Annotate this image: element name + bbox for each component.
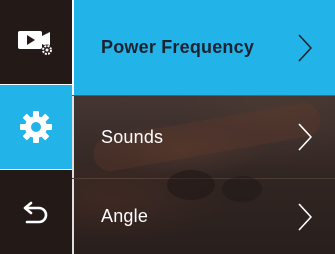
settings-menu: Power Frequency Sounds Angle [72, 0, 335, 254]
rail-item-settings[interactable] [0, 85, 72, 169]
back-arrow-icon [23, 201, 48, 224]
rail-item-back[interactable] [0, 170, 72, 254]
rail-item-video-settings[interactable] [0, 0, 72, 84]
chevron-right-icon [298, 33, 312, 62]
menu-item-label: Sounds [101, 126, 164, 147]
menu-item-label: Angle [101, 206, 149, 226]
menu-item-label: Power Frequency [101, 37, 255, 57]
camera-settings-screen: Power Frequency Sounds Angle [0, 0, 335, 254]
chevron-right-icon [298, 123, 312, 151]
menu-item-power-frequency[interactable]: Power Frequency [72, 0, 335, 95]
menu-item-angle[interactable]: Angle [72, 179, 335, 254]
chevron-right-icon [298, 202, 312, 231]
gear-icon [20, 111, 52, 143]
video-settings-icon [18, 31, 53, 56]
mode-rail [0, 0, 72, 254]
menu-item-sounds[interactable]: Sounds [72, 96, 335, 178]
